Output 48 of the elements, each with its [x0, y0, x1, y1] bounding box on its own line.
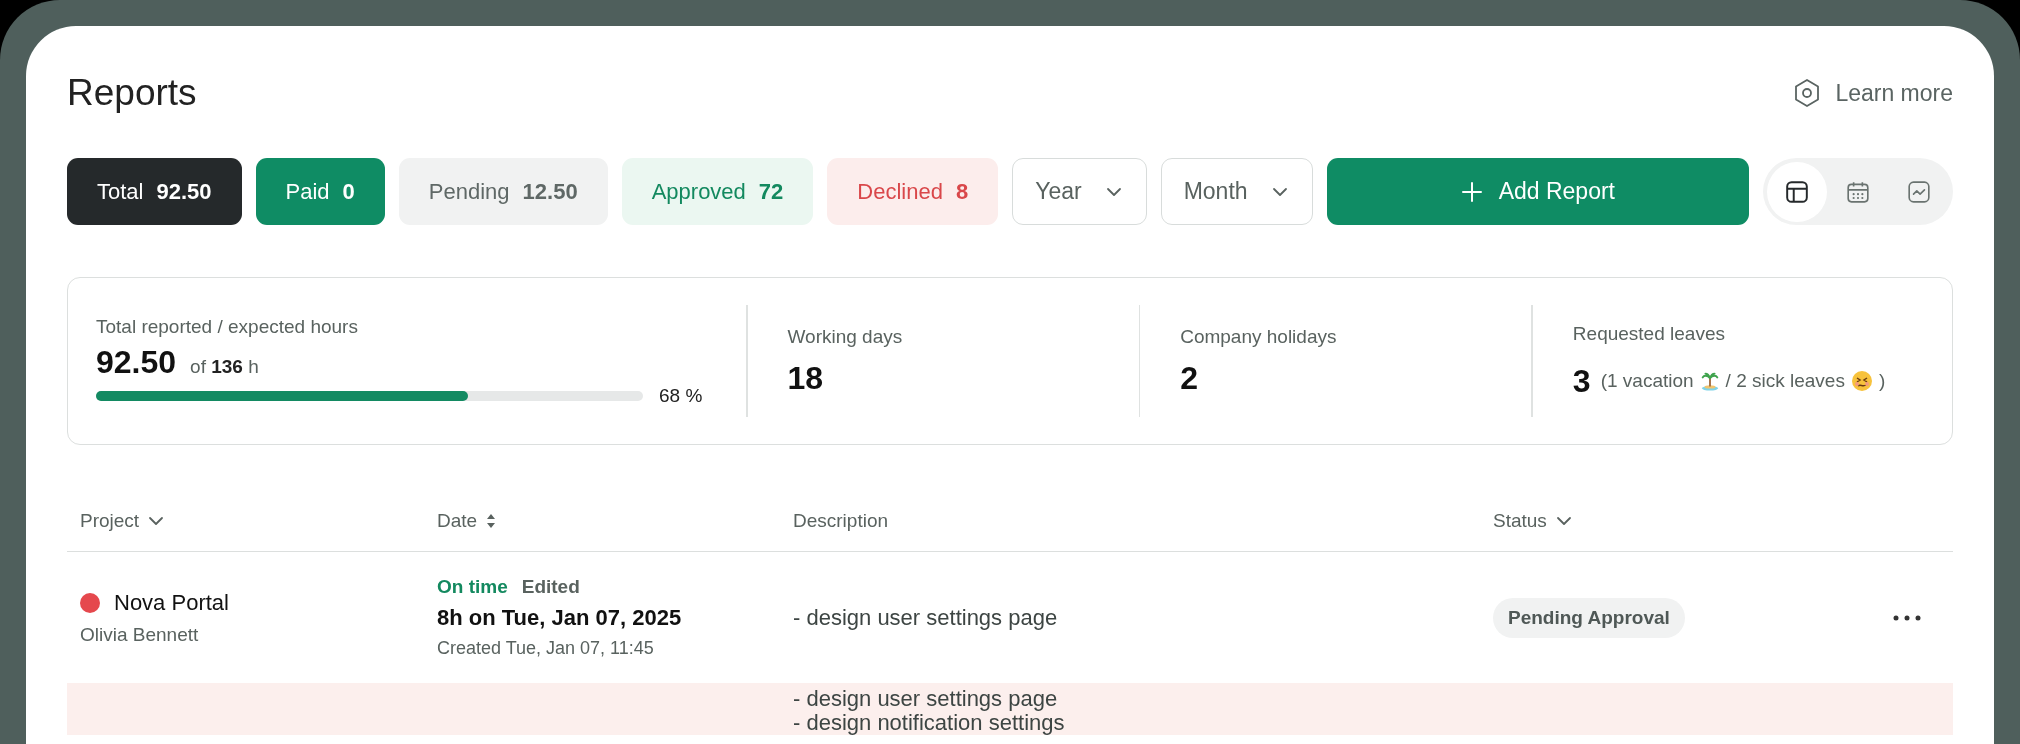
filter-chip[interactable]: Pending 12.50 [398, 158, 608, 225]
calendar-icon [1846, 179, 1870, 204]
filter-chip[interactable]: Approved 72 [621, 158, 814, 225]
more-button[interactable] [1893, 614, 1921, 621]
hexagon-icon [1793, 78, 1822, 108]
timing-tag: On time [437, 576, 508, 598]
stat-value: 92.50 [96, 343, 177, 381]
stat-value: 3 [1572, 362, 1591, 400]
status-badge: Pending Approval [1493, 597, 1685, 638]
leaves-note: ) [1878, 370, 1886, 392]
description-line: - design notification settings [793, 711, 1066, 735]
person-name: Olivia Bennett [80, 623, 200, 646]
leaves-note: (1 vacation [1600, 370, 1694, 392]
filter-chip[interactable]: Paid 0 [255, 158, 385, 225]
period-dropdown[interactable]: Year [1012, 158, 1147, 225]
created-date: Created Tue, Jan 07, 11:45 [437, 638, 655, 659]
column-header[interactable]: Project [67, 510, 424, 532]
add-report-button[interactable]: Add Report [1326, 158, 1749, 225]
column-header[interactable]: Description [780, 510, 1480, 532]
plus-icon [1460, 180, 1483, 203]
filter-chip[interactable]: Declined 8 [827, 158, 999, 225]
sort-icon [485, 513, 498, 529]
stat-label: Working days [787, 325, 904, 348]
report-date: 8h on Tue, Jan 07, 2025 [437, 605, 683, 631]
table-view-icon [1785, 179, 1809, 204]
more-dots-icon [1893, 614, 1921, 621]
edited-tag: Edited [521, 576, 580, 598]
column-header[interactable]: Status [1480, 510, 1893, 532]
stat-value: 2 [1180, 359, 1199, 397]
stat-label: Requested leaves [1572, 322, 1726, 345]
progress-reading: 68 % [659, 384, 703, 407]
column-header[interactable]: Date [424, 510, 780, 532]
stat-label: Company holidays [1180, 325, 1338, 348]
dizzy-face-icon [1850, 370, 1873, 392]
filter-chip[interactable]: Total 92.50 [67, 158, 242, 225]
page-title: Reports [67, 72, 197, 114]
leaves-note: / 2 sick leaves [1725, 370, 1845, 392]
description-line: - design user settings page [793, 605, 1059, 630]
line-chart-icon [1907, 179, 1931, 204]
palm-island-icon [1699, 370, 1720, 392]
period-dropdown[interactable]: Month [1160, 158, 1313, 225]
view-toggle[interactable] [1767, 161, 1827, 222]
description-line: - design user settings page [793, 687, 1059, 711]
expected-hours-text: of 136 h [190, 355, 259, 378]
project-name: Nova Portal [114, 589, 229, 616]
learn-more-link[interactable]: Learn more [1793, 78, 1953, 108]
stat-value: 18 [787, 359, 825, 397]
stat-label: Total reported / expected hours [96, 315, 359, 338]
